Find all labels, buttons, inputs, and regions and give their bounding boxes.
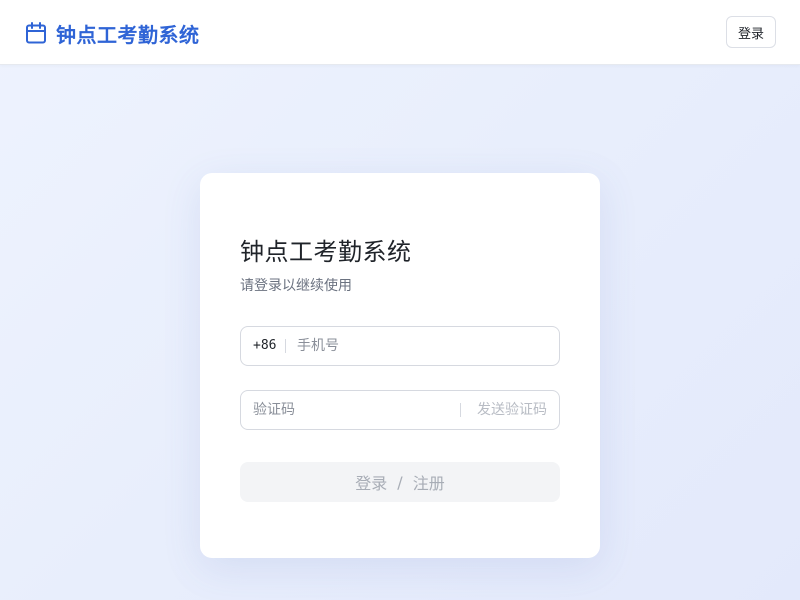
submit-separator: / <box>397 472 403 492</box>
login-register-button[interactable]: 登录 / 注册 <box>240 462 560 502</box>
login-card: 钟点工考勤系统 请登录以继续使用 +86 发送验证码 登录 / 注册 <box>200 173 600 558</box>
calendar-icon <box>26 22 46 44</box>
app-title: 钟点工考勤系统 <box>56 22 200 47</box>
verification-code-field: 发送验证码 <box>240 390 560 430</box>
register-label: 注册 <box>412 474 445 493</box>
login-card-title: 钟点工考勤系统 <box>240 238 412 266</box>
top-navigation-bar: 钟点工考勤系统 登录 <box>0 0 800 65</box>
brand: 钟点工考勤系统 <box>24 19 200 47</box>
prefix-divider <box>285 339 286 353</box>
phone-input[interactable] <box>297 327 547 365</box>
verification-code-input[interactable] <box>253 391 453 429</box>
phone-field: +86 <box>240 326 560 366</box>
login-card-subtitle: 请登录以继续使用 <box>240 278 352 294</box>
login-label: 登录 <box>355 474 388 493</box>
code-divider <box>460 403 461 417</box>
header-login-button[interactable]: 登录 <box>726 16 776 48</box>
send-code-button[interactable]: 发送验证码 <box>477 391 547 429</box>
country-code-prefix: +86 <box>253 338 277 353</box>
